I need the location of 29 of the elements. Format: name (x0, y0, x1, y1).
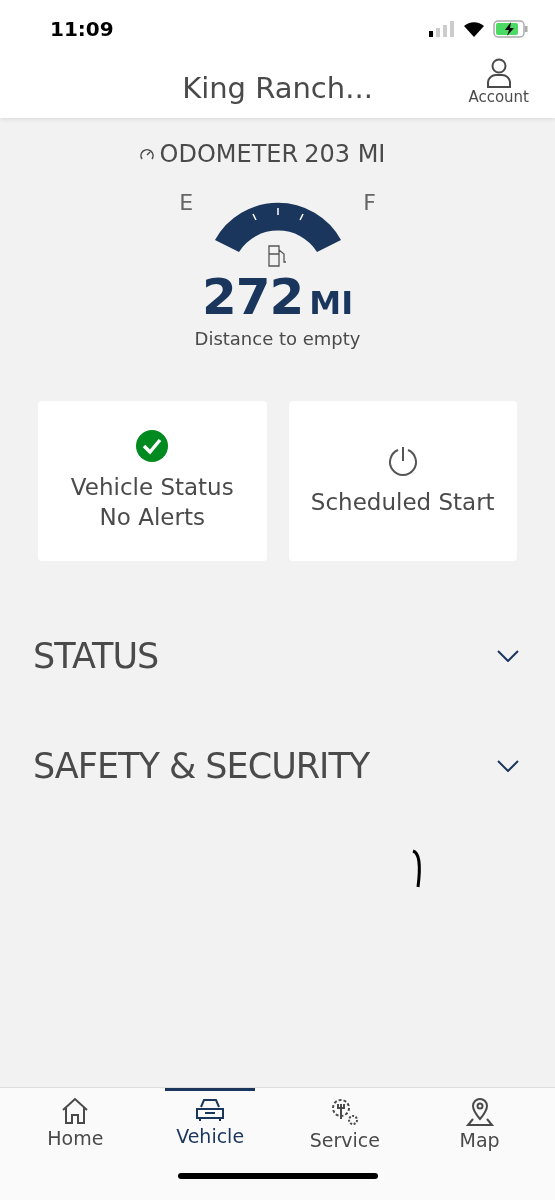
car-icon (194, 1097, 227, 1123)
nav-tab[interactable]: Home (30, 1088, 121, 1151)
section-header[interactable]: SAFETY & SECURITY (0, 711, 555, 821)
scheduled-start-card[interactable]: Scheduled Start (288, 401, 517, 561)
nav-tab[interactable]: Vehicle (165, 1088, 256, 1151)
vehicle-status-card[interactable]: Vehicle Status No Alerts (38, 401, 267, 561)
check-icon (135, 429, 170, 464)
vehicle-title: King Ranch... (182, 71, 373, 105)
distance-caption: Distance to empty (193, 328, 362, 349)
status-time: 11:09 (50, 17, 114, 41)
odometer-label: ODOMETER (159, 140, 299, 168)
nav-tab[interactable]: Service (299, 1088, 390, 1151)
scribble-mark (412, 849, 422, 889)
odometer-value: 203 MI (304, 140, 386, 168)
account-button[interactable]: Account (468, 58, 529, 106)
full-label: F (363, 190, 376, 215)
nav-tab[interactable]: Map (434, 1088, 525, 1151)
timer-icon (386, 444, 419, 479)
section-header[interactable]: STATUS (0, 601, 555, 711)
wifi-icon (463, 21, 485, 37)
battery-icon (493, 20, 529, 38)
map-pin-icon (464, 1097, 495, 1127)
distance-unit: MI (309, 284, 354, 322)
wrench-gear-icon (329, 1097, 360, 1127)
speedometer-icon (139, 148, 154, 160)
person-icon (485, 58, 512, 88)
empty-label: E (179, 190, 194, 215)
distance-value: 272 (201, 268, 304, 326)
signal-icon (429, 21, 455, 37)
